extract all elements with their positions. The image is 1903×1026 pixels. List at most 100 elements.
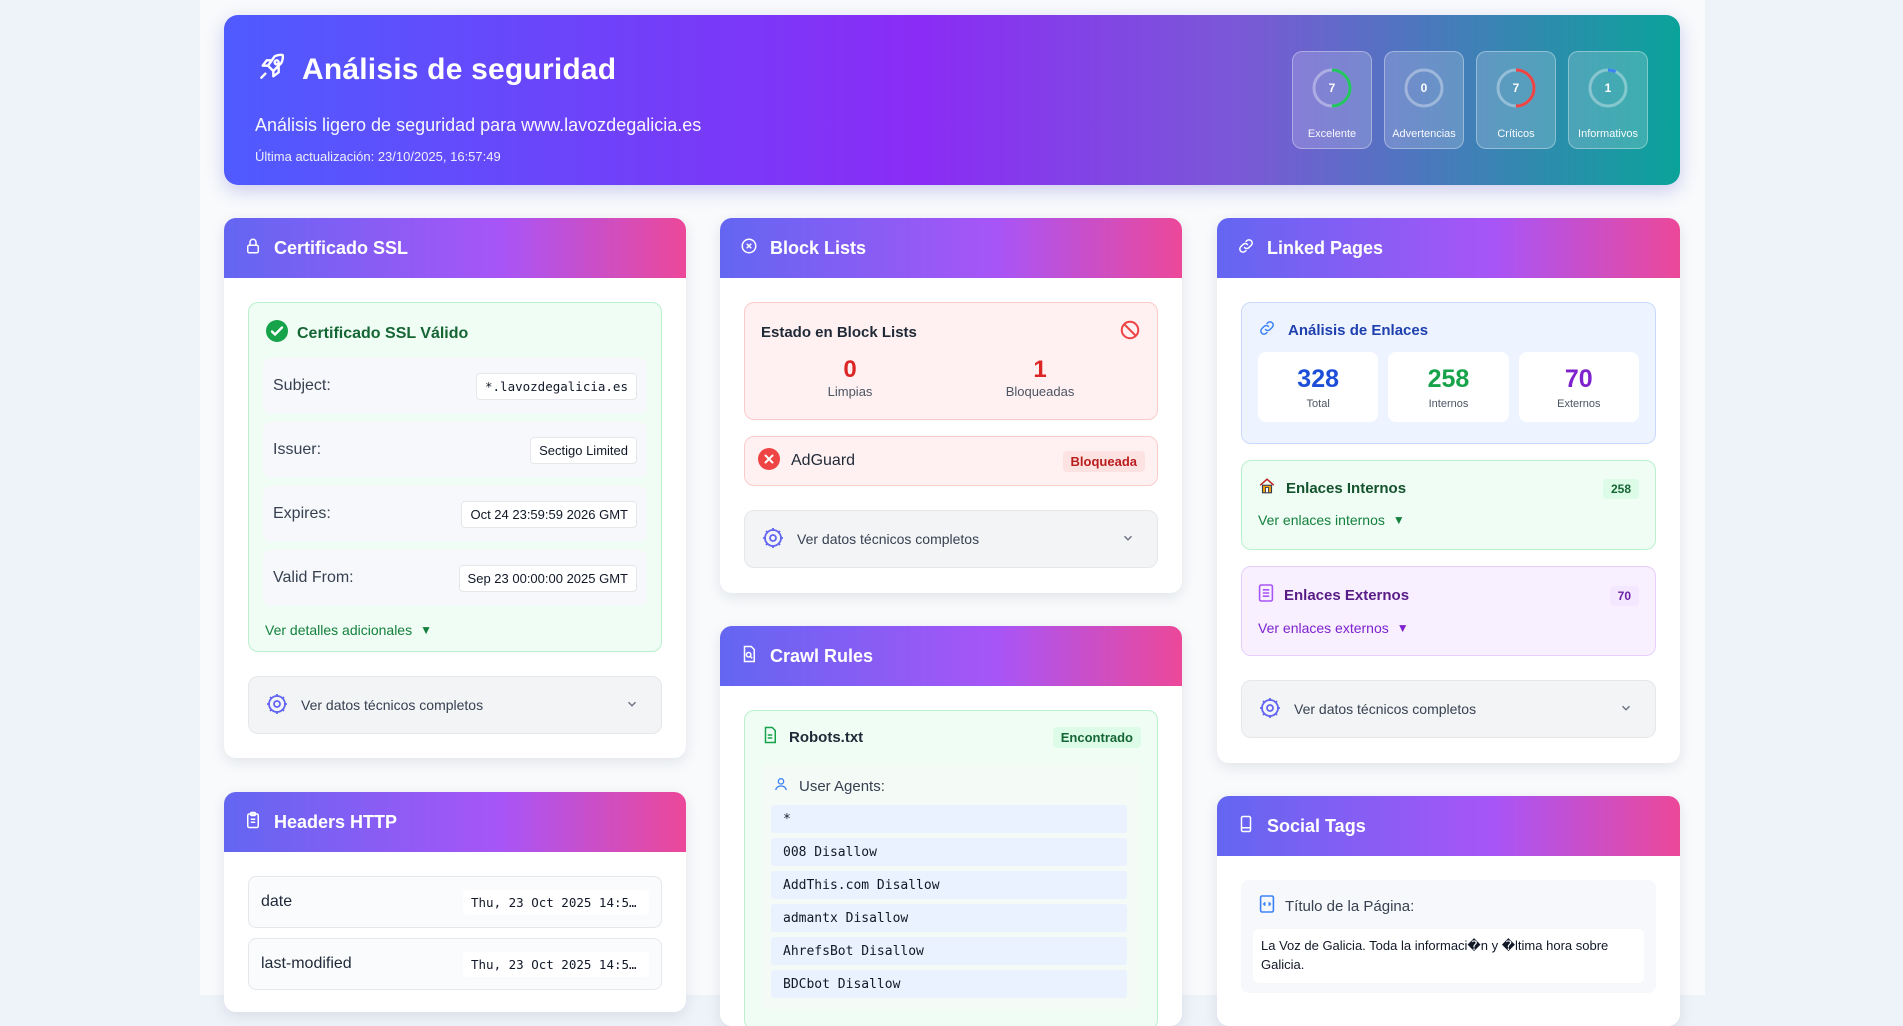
tech-data-label: Ver datos técnicos completos bbox=[1294, 701, 1477, 717]
stat-ring: 7 bbox=[1494, 66, 1538, 110]
ssl-row-issuer: Issuer: Sectigo Limited bbox=[263, 422, 647, 478]
gear-icon bbox=[265, 692, 289, 719]
internal-links-title: Enlaces Internos bbox=[1286, 480, 1407, 497]
ssl-tech-data-toggle[interactable]: Ver datos técnicos completos bbox=[248, 676, 662, 734]
internal-links-toggle-label: Ver enlaces internos bbox=[1258, 512, 1385, 528]
user-agent-row: AhrefsBot Disallow bbox=[771, 937, 1127, 965]
crawl-card-header: Crawl Rules bbox=[720, 626, 1182, 686]
linked-pages-card-title: Linked Pages bbox=[1267, 237, 1384, 258]
stat-ring: 1 bbox=[1586, 66, 1630, 110]
linked-pages-card: Linked Pages Análisis de Enlaces 328 Tot… bbox=[1217, 218, 1680, 763]
caret-down-icon: ▼ bbox=[1392, 513, 1405, 527]
blocklist-status-box: Estado en Block Lists 0 Limpias 1 Bloque… bbox=[744, 302, 1158, 420]
stat-label: Advertencias bbox=[1392, 128, 1456, 140]
header-row-key: last-modified bbox=[261, 955, 352, 972]
social-tags-card-title: Social Tags bbox=[1267, 815, 1366, 836]
ban-icon bbox=[1119, 319, 1141, 346]
page-title-box: Título de la Página: La Voz de Galicia. … bbox=[1241, 880, 1656, 993]
links-total-label: Total bbox=[1306, 397, 1330, 410]
chevron-down-icon bbox=[1121, 531, 1135, 548]
external-links-box: Enlaces Externos 70 Ver enlaces externos… bbox=[1241, 566, 1656, 656]
links-external-value: 70 bbox=[1564, 364, 1593, 393]
links-total-value: 328 bbox=[1297, 364, 1340, 393]
stat-value: 7 bbox=[1512, 81, 1520, 95]
blocklists-card-title: Block Lists bbox=[770, 237, 867, 258]
gear-icon bbox=[1258, 696, 1282, 723]
headers-card-header: Headers HTTP bbox=[224, 792, 686, 852]
blocklist-entry: AdGuard Bloqueada bbox=[744, 436, 1158, 486]
ssl-card-header: Certificado SSL bbox=[224, 218, 686, 278]
ssl-row-key: Valid From: bbox=[273, 569, 354, 586]
tech-data-label: Ver datos técnicos completos bbox=[301, 697, 484, 713]
ssl-card: Certificado SSL Certificado SSL Válido S… bbox=[224, 218, 686, 758]
links-internal-value: 258 bbox=[1427, 364, 1470, 393]
linked-tech-data-toggle[interactable]: Ver datos técnicos completos bbox=[1241, 680, 1656, 738]
chevron-down-icon bbox=[1619, 701, 1633, 718]
blocklists-card-header: Block Lists bbox=[720, 218, 1182, 278]
blocklists-card: Block Lists Estado en Block Lists 0 Limp… bbox=[720, 218, 1182, 593]
lock-icon bbox=[244, 237, 262, 260]
gear-icon bbox=[761, 526, 785, 553]
link-analysis-box: Análisis de Enlaces 328 Total 258 Intern… bbox=[1241, 302, 1656, 444]
internal-links-toggle[interactable]: Ver enlaces internos ▼ bbox=[1258, 512, 1639, 528]
ssl-card-title: Certificado SSL bbox=[274, 237, 409, 258]
robots-status-badge: Encontrado bbox=[1052, 727, 1141, 748]
external-links-title: Enlaces Externos bbox=[1284, 587, 1410, 604]
ssl-more-details-toggle[interactable]: Ver detalles adicionales ▼ bbox=[249, 622, 661, 638]
tech-data-label: Ver datos técnicos completos bbox=[797, 531, 980, 547]
header-row: last-modified Thu, 23 Oct 2025 14:5… bbox=[248, 938, 662, 990]
stat-label: Informativos bbox=[1578, 128, 1638, 140]
x-circle-icon bbox=[740, 237, 758, 260]
user-agent-row: BDCbot Disallow bbox=[771, 970, 1127, 998]
file-search-icon bbox=[740, 645, 758, 668]
ssl-row-key: Expires: bbox=[273, 505, 331, 522]
ssl-row-expires: Expires: Oct 24 23:59:59 2026 GMT bbox=[263, 486, 647, 542]
last-updated: Última actualización: 23/10/2025, 16:57:… bbox=[255, 149, 501, 164]
user-agent-row: 008 Disallow bbox=[771, 838, 1127, 866]
links-internal-label: Internos bbox=[1428, 397, 1469, 410]
ssl-row-key: Subject: bbox=[273, 377, 331, 394]
link-icon bbox=[1258, 319, 1276, 342]
page-title: Análisis de seguridad bbox=[302, 52, 617, 86]
page: Análisis de seguridad Análisis ligero de… bbox=[200, 0, 1705, 1026]
user-agents-panel: User Agents: * 008 Disallow AddThis.com … bbox=[761, 764, 1141, 1009]
stat-ring: 7 bbox=[1310, 66, 1354, 110]
header-title-row: Análisis de seguridad bbox=[256, 51, 616, 88]
internal-links-count-badge: 258 bbox=[1602, 478, 1639, 499]
mobile-icon bbox=[1237, 815, 1255, 838]
page-subtitle: Análisis ligero de seguridad para www.la… bbox=[255, 115, 702, 135]
crawl-card: Crawl Rules Robots.txt Encontrado User A… bbox=[720, 626, 1182, 1026]
caret-down-icon: ▼ bbox=[420, 623, 432, 637]
clean-label: Limpias bbox=[827, 384, 873, 399]
external-links-toggle[interactable]: Ver enlaces externos ▼ bbox=[1258, 620, 1639, 636]
blocklist-entry-name: AdGuard bbox=[791, 452, 856, 469]
blocklists-tech-data-toggle[interactable]: Ver datos técnicos completos bbox=[744, 510, 1158, 568]
stat-label: Críticos bbox=[1497, 128, 1535, 140]
header-row: date Thu, 23 Oct 2025 14:5… bbox=[248, 876, 662, 928]
score-summary: 7 Excelente 0 Advertencias 7 Críticos 1 … bbox=[1292, 51, 1648, 149]
chevron-down-icon bbox=[625, 697, 639, 714]
ssl-row-value: Sep 23 00:00:00 2025 GMT bbox=[458, 564, 637, 592]
headers-card: Headers HTTP date Thu, 23 Oct 2025 14:5…… bbox=[224, 792, 686, 1012]
stat-value: 0 bbox=[1420, 81, 1428, 95]
robots-box: Robots.txt Encontrado User Agents: * 008… bbox=[744, 710, 1158, 1026]
link-analysis-title: Análisis de Enlaces bbox=[1288, 322, 1429, 339]
links-external-label: Externos bbox=[1557, 397, 1601, 410]
stat-label: Excelente bbox=[1307, 128, 1357, 140]
user-agent-row: * bbox=[771, 805, 1127, 833]
stat-ring: 0 bbox=[1402, 66, 1446, 110]
stat-value: 7 bbox=[1328, 81, 1336, 95]
header-row-value: Thu, 23 Oct 2025 14:5… bbox=[463, 951, 649, 977]
header-row-key: date bbox=[261, 893, 293, 910]
page-title-value: La Voz de Galicia. Toda la informaci�n y… bbox=[1253, 929, 1644, 983]
ssl-status-text: Certificado SSL Válido bbox=[297, 324, 469, 342]
list-icon bbox=[1258, 583, 1274, 608]
ssl-row-value: Sectigo Limited bbox=[530, 436, 637, 464]
x-circle-filled-icon bbox=[757, 447, 781, 476]
ssl-row-valid-from: Valid From: Sep 23 00:00:00 2025 GMT bbox=[263, 550, 647, 606]
stat-value: 1 bbox=[1604, 81, 1612, 95]
crawl-card-title: Crawl Rules bbox=[770, 645, 874, 666]
blocklist-clean-stat: 0 Limpias bbox=[828, 356, 873, 399]
header-banner: Análisis de seguridad Análisis ligero de… bbox=[224, 15, 1680, 185]
linked-pages-card-header: Linked Pages bbox=[1217, 218, 1680, 278]
